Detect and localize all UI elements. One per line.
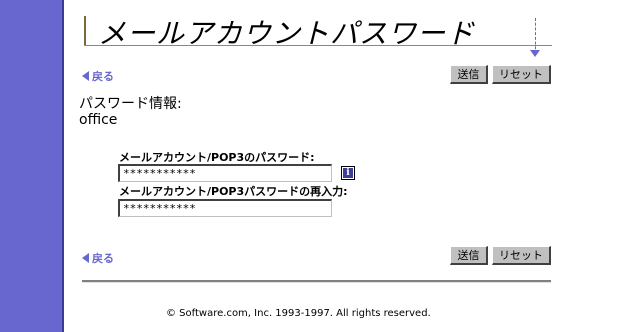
sidebar-edge	[62, 0, 64, 332]
back-link-label: 戻る	[92, 70, 114, 83]
back-arrow-icon	[82, 253, 89, 263]
reset-button-top[interactable]: リセット	[492, 65, 551, 84]
confirm-password-field[interactable]: ***********	[118, 199, 332, 217]
confirm-password-label: メールアカウント/POP3パスワードの再入力:	[119, 185, 348, 198]
page-header: メールアカウントパスワード	[84, 14, 554, 50]
info-icon[interactable]: i	[341, 166, 355, 180]
section-heading: パスワード情報:	[79, 96, 182, 112]
back-link-top[interactable]: 戻る	[82, 68, 114, 84]
left-sidebar	[0, 0, 62, 332]
back-arrow-icon	[82, 71, 89, 81]
page-title: メールアカウントパスワード	[98, 17, 476, 50]
reset-button-bottom[interactable]: リセット	[492, 246, 551, 265]
account-name: office	[79, 112, 118, 128]
copyright-text: © Software.com, Inc. 1993-1997. All righ…	[166, 308, 431, 319]
submit-button-bottom[interactable]: 送信	[450, 246, 488, 265]
password-label: メールアカウント/POP3のパスワード:	[119, 151, 315, 164]
info-icon-glyph: i	[343, 168, 353, 178]
title-bar-decoration	[84, 16, 86, 46]
title-underline	[84, 45, 552, 46]
scroll-indicator-line	[535, 18, 536, 54]
scroll-down-arrow-icon	[530, 50, 540, 57]
back-link-bottom[interactable]: 戻る	[82, 250, 114, 266]
footer-divider	[82, 280, 551, 283]
back-link-label: 戻る	[92, 252, 114, 265]
submit-button-top[interactable]: 送信	[450, 65, 488, 84]
password-field[interactable]: ***********	[118, 164, 332, 182]
